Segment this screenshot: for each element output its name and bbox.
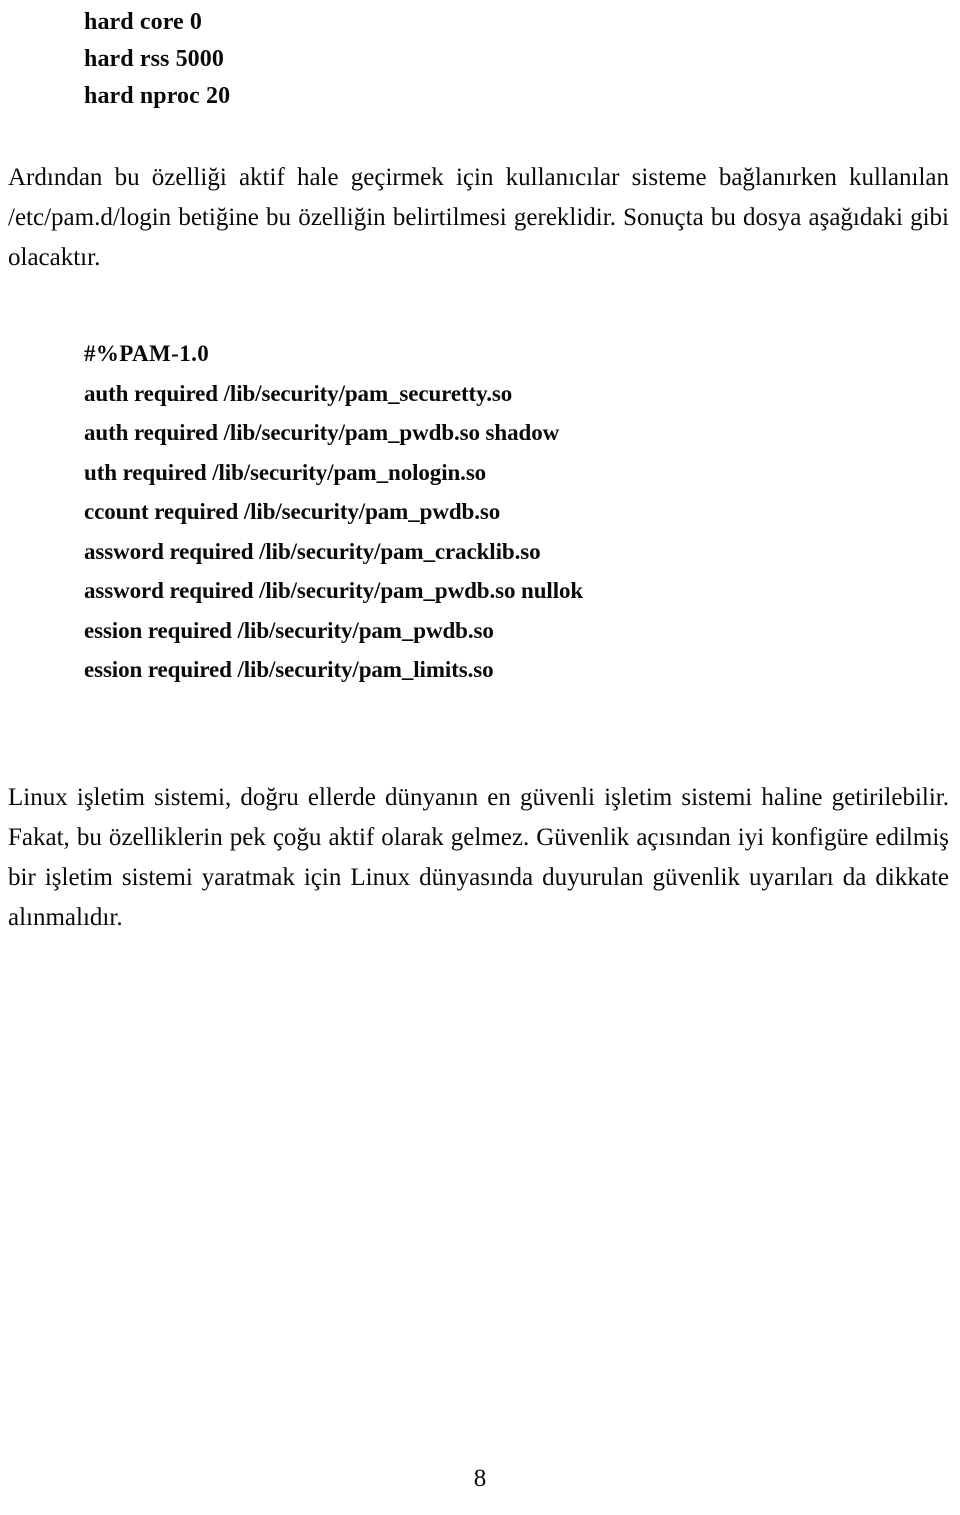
outro-paragraph: Linux işletim sistemi, doğru ellerde dün… bbox=[8, 784, 949, 931]
pam-config-line: ccount required /lib/security/pam_pwdb.s… bbox=[84, 499, 501, 524]
pam-config-line: #%PAM-1.0 bbox=[84, 341, 210, 366]
pam-config-line: uth required /lib/security/pam_nologin.s… bbox=[84, 459, 487, 485]
pam-config-line: assword required /lib/security/pam_crack… bbox=[84, 538, 541, 564]
pam-config-line: ession required /lib/security/pam_limits… bbox=[84, 657, 494, 682]
intro-paragraph: Ardından bu özelliği aktif hale geçirmek… bbox=[8, 164, 949, 271]
page-number: 8 bbox=[473, 1465, 487, 1492]
limits-line: hard nproc 20 bbox=[84, 83, 231, 109]
pam-config-line: auth required /lib/security/pam_securett… bbox=[84, 380, 513, 406]
document-page: hard core 0 hard rss 5000 hard nproc 20 … bbox=[0, 0, 960, 1515]
pam-config-line: auth required /lib/security/pam_pwdb.so … bbox=[84, 420, 560, 445]
pam-config-line: ession required /lib/security/pam_pwdb.s… bbox=[84, 617, 494, 643]
limits-line: hard rss 5000 bbox=[84, 46, 224, 72]
limits-line: hard core 0 bbox=[84, 9, 202, 35]
pam-config-block: #%PAM-1.0 auth required /lib/security/pa… bbox=[84, 334, 724, 690]
pam-config-line: assword required /lib/security/pam_pwdb.… bbox=[84, 578, 584, 603]
limits-config-block: hard core 0 hard rss 5000 hard nproc 20 bbox=[84, 4, 684, 115]
